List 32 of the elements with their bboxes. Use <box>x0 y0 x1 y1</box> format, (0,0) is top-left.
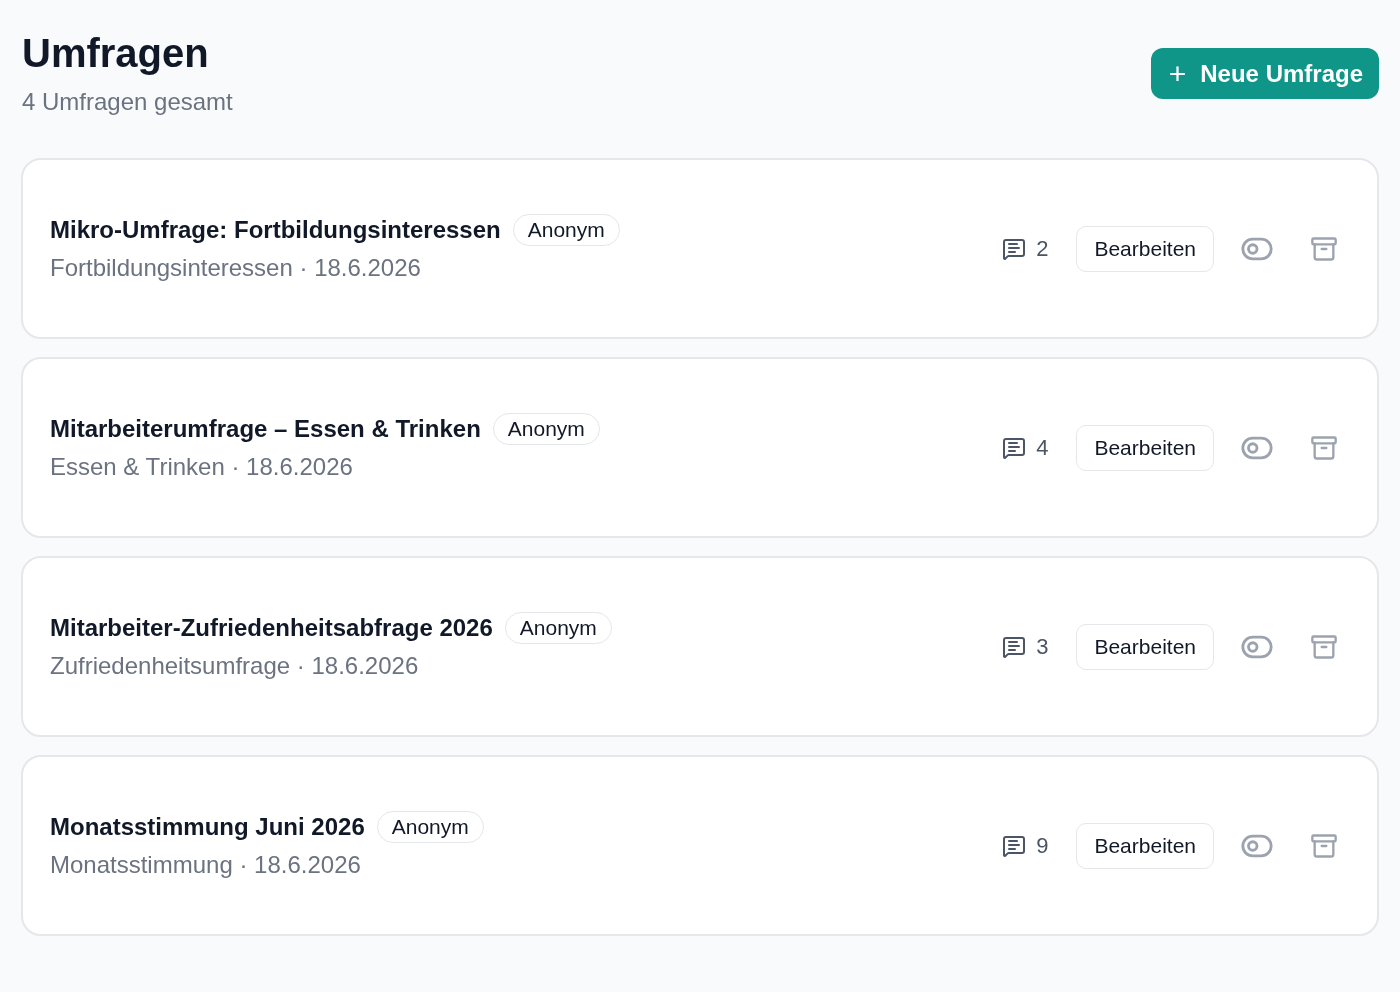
survey-title: Mitarbeiter-Zufriedenheitsabfrage 2026 <box>50 612 493 643</box>
survey-total: 4 Umfragen gesamt <box>22 87 233 117</box>
comment-icon <box>1002 634 1027 659</box>
anonymous-badge: Anonym <box>512 213 620 246</box>
survey-meta: Fortbildungsinteressen · 18.6.2026 <box>50 252 422 283</box>
survey-title: Mitarbeiterumfrage – Essen & Trinken <box>50 413 481 444</box>
edit-button[interactable]: Bearbeiten <box>1076 424 1214 471</box>
archive-icon[interactable] <box>1310 234 1338 263</box>
comment-icon <box>1002 833 1027 858</box>
survey-meta: Monatsstimmung · 18.6.2026 <box>50 849 362 880</box>
comment-icon <box>1002 236 1027 261</box>
archive-icon[interactable] <box>1310 433 1338 462</box>
survey-title: Monatsstimmung Juni 2026 <box>50 811 365 842</box>
anonymous-badge: Anonym <box>492 412 600 445</box>
edit-button[interactable]: Bearbeiten <box>1076 822 1214 869</box>
edit-button[interactable]: Bearbeiten <box>1076 623 1214 670</box>
archive-icon[interactable] <box>1310 831 1338 860</box>
comment-icon <box>1002 435 1027 460</box>
survey-meta: Zufriedenheitsumfrage · 18.6.2026 <box>50 650 420 681</box>
new-survey-button[interactable]: + Neue Umfrage <box>1150 48 1379 99</box>
response-count: 4 <box>1036 433 1049 462</box>
archive-icon[interactable] <box>1310 632 1338 661</box>
plus-icon: + <box>1168 58 1187 89</box>
page-title: Umfragen <box>22 30 210 77</box>
response-count: 3 <box>1036 632 1049 661</box>
anonymous-badge: Anonym <box>504 611 612 644</box>
survey-title: Mikro-Umfrage: Fortbildungsinteressen <box>50 214 501 245</box>
anonymous-badge: Anonym <box>376 810 484 843</box>
response-count: 9 <box>1036 831 1049 860</box>
survey-meta: Essen & Trinken · 18.6.2026 <box>50 451 354 482</box>
response-count: 2 <box>1036 234 1049 263</box>
edit-button[interactable]: Bearbeiten <box>1076 225 1214 272</box>
